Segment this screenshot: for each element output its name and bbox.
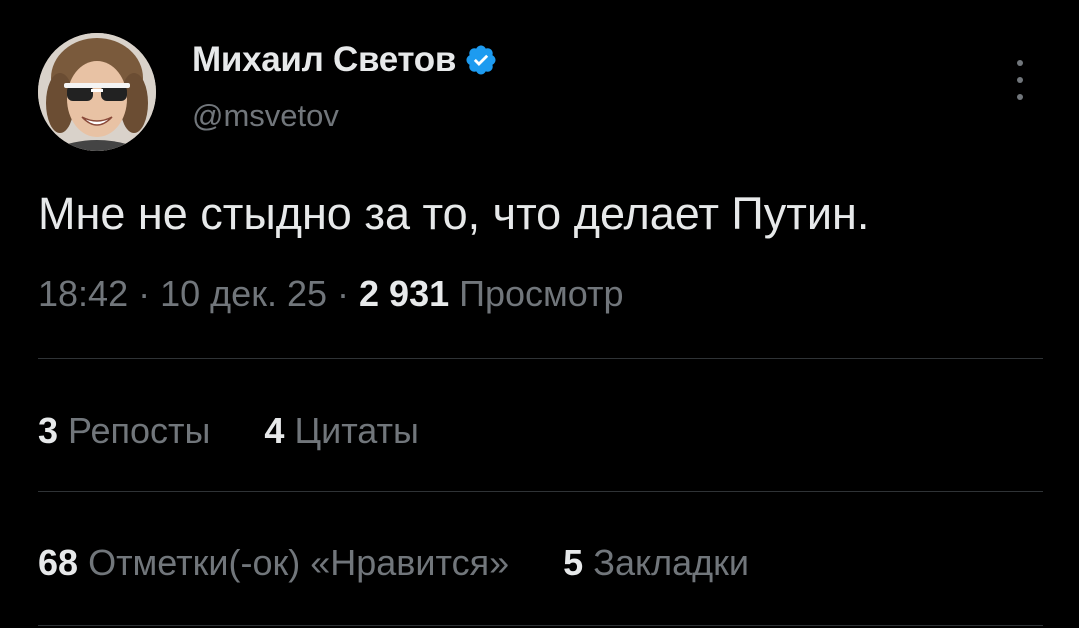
divider xyxy=(38,625,1043,626)
stats-row-reposts-quotes: 3 Репосты 4 Цитаты xyxy=(38,410,419,452)
tweet-time[interactable]: 18:42 xyxy=(38,273,128,314)
verified-badge-icon xyxy=(466,45,496,75)
author-name-row[interactable]: Михаил Светов xyxy=(192,40,498,80)
author-handle[interactable]: @msvetov xyxy=(192,98,339,134)
reposts-count: 3 xyxy=(38,410,59,451)
display-name[interactable]: Михаил Светов xyxy=(192,40,456,80)
divider xyxy=(38,358,1043,359)
dot xyxy=(1017,77,1023,83)
views-count: 2 931 xyxy=(359,273,450,314)
reposts-stat[interactable]: 3 Репосты xyxy=(38,410,220,451)
more-options-icon[interactable] xyxy=(1010,60,1030,100)
dot xyxy=(1017,94,1023,100)
dot xyxy=(1017,60,1023,66)
bookmarks-stat[interactable]: 5 Закладки xyxy=(563,542,749,583)
tweet-date[interactable]: 10 дек. 25 xyxy=(160,273,327,314)
views-label: Просмотр xyxy=(459,273,624,314)
quotes-stat[interactable]: 4 Цитаты xyxy=(264,410,418,451)
separator: · xyxy=(138,273,151,314)
quotes-label: Цитаты xyxy=(294,410,419,451)
reposts-label: Репосты xyxy=(68,410,211,451)
divider xyxy=(38,491,1043,492)
avatar[interactable] xyxy=(38,33,156,151)
quotes-count: 4 xyxy=(264,410,285,451)
bookmarks-label: Закладки xyxy=(593,542,750,583)
tweet-text: Мне не стыдно за то, что делает Путин. xyxy=(38,188,870,239)
tweet-meta: 18:42 · 10 дек. 25 · 2 931 Просмотр xyxy=(38,273,624,315)
likes-label: Отметки(-ок) «Нравится» xyxy=(88,542,510,583)
stats-row-likes-bookmarks: 68 Отметки(-ок) «Нравится» 5 Закладки xyxy=(38,542,749,584)
likes-stat[interactable]: 68 Отметки(-ок) «Нравится» xyxy=(38,542,519,583)
likes-count: 68 xyxy=(38,542,79,583)
bookmarks-count: 5 xyxy=(563,542,584,583)
separator: · xyxy=(337,273,350,314)
